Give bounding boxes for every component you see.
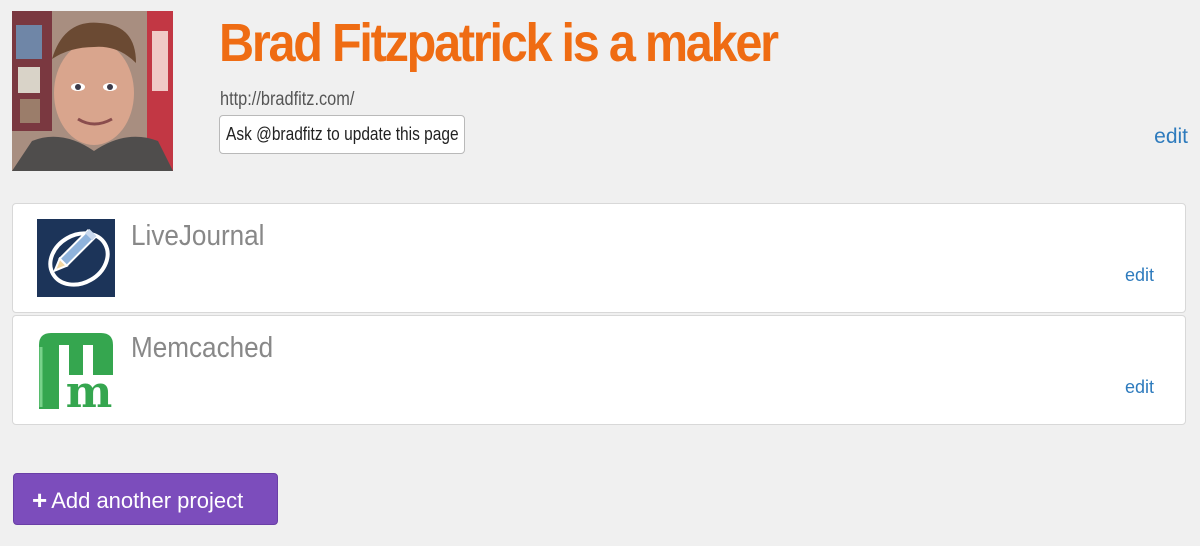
svg-text:m: m (66, 367, 113, 409)
ask-update-button[interactable]: Ask @bradfitz to update this page (219, 115, 465, 154)
project-card-livejournal: LiveJournal edit (12, 203, 1186, 313)
project-name: Memcached (131, 332, 274, 364)
project-card-memcached: m Memcached edit (12, 315, 1186, 425)
ask-update-label: Ask @bradfitz to update this page (226, 124, 459, 144)
add-project-button[interactable]: + Add another project (13, 473, 278, 525)
livejournal-logo-icon (37, 219, 115, 297)
page-title: Brad Fitzpatrick is a maker (219, 13, 779, 73)
add-project-label: Add another project (51, 487, 244, 513)
edit-project-link[interactable]: edit (1125, 377, 1154, 398)
edit-profile-link[interactable]: edit (1154, 125, 1188, 149)
project-name: LiveJournal (131, 220, 265, 252)
profile-url: http://bradfitz.com/ (220, 89, 355, 110)
memcached-logo-icon: m (37, 331, 115, 418)
profile-avatar (12, 11, 173, 171)
edit-project-link[interactable]: edit (1125, 265, 1154, 286)
plus-icon: + (32, 484, 48, 515)
